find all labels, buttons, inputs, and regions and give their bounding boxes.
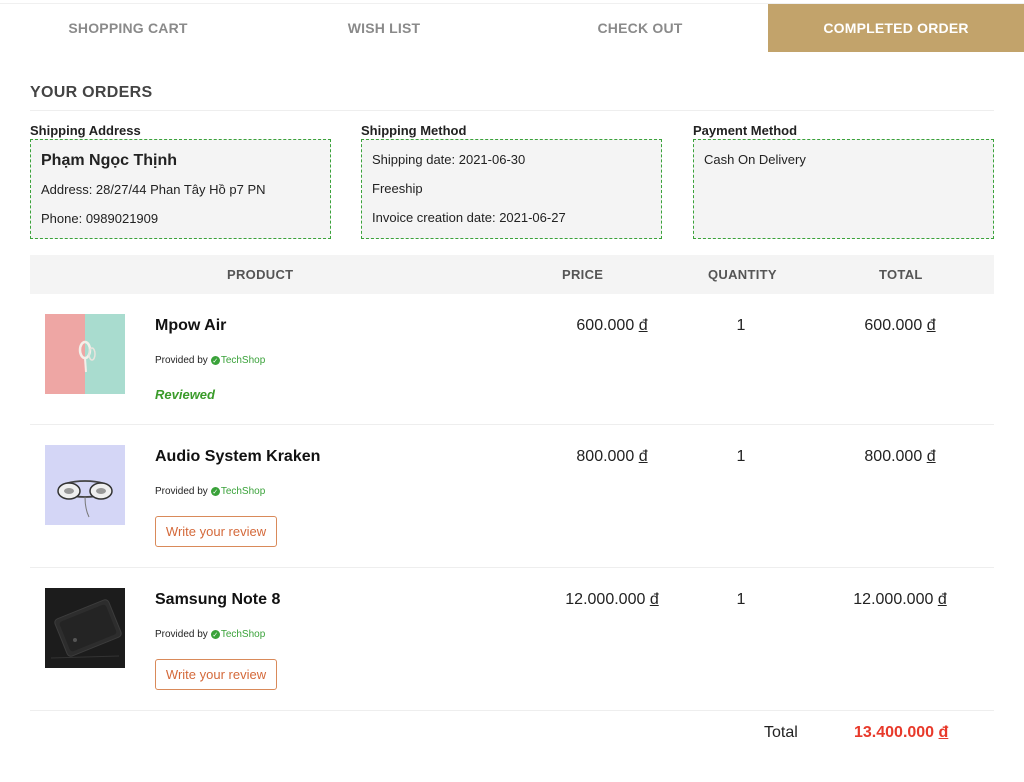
shipping-address-label: Shipping Address — [30, 123, 141, 138]
header-product: PRODUCT — [227, 267, 294, 282]
header-quantity: QUANTITY — [708, 267, 777, 282]
write-review-button[interactable]: Write your review — [155, 516, 277, 547]
invoice-date: Invoice creation date: 2021-06-27 — [372, 210, 566, 225]
product-image[interactable] — [45, 445, 125, 525]
checkout-steps: SHOPPING CART WISH LIST CHECK OUT COMPLE… — [0, 3, 1024, 52]
currency-symbol: đ — [926, 448, 936, 465]
table-row: Audio System Kraken Provided by ✓ TechSh… — [30, 425, 994, 568]
shipping-address-box: Phạm Ngọc Thịnh Address: 28/27/44 Phan T… — [30, 139, 331, 239]
price-value: 600.000 — [576, 317, 635, 334]
price-value: 800.000 — [576, 448, 635, 465]
currency-symbol: đ — [938, 724, 949, 741]
table-row: Samsung Note 8 Provided by ✓ TechShop Wr… — [30, 568, 994, 711]
currency-symbol: đ — [638, 317, 648, 334]
provider-line: Provided by ✓ TechShop — [155, 486, 265, 497]
order-total-value: 13.400.000 đ — [854, 724, 948, 742]
payment-method-block: Payment Method Cash On Delivery — [693, 122, 994, 239]
price-value: 12.000.000 — [565, 591, 646, 608]
order-total-amount: 13.400.000 — [854, 724, 935, 741]
order-table-header: PRODUCT PRICE QUANTITY TOTAL — [30, 255, 994, 294]
payment-method-box: Cash On Delivery — [693, 139, 994, 239]
item-total: 12.000.000 đ — [820, 591, 980, 609]
write-review-button[interactable]: Write your review — [155, 659, 277, 690]
total-value: 12.000.000 — [853, 591, 934, 608]
shipping-method-label: Shipping Method — [361, 123, 467, 138]
provided-by-label: Provided by — [155, 629, 208, 640]
customer-name: Phạm Ngọc Thịnh — [41, 152, 177, 169]
verified-check-icon: ✓ — [210, 487, 220, 496]
product-name[interactable]: Mpow Air — [155, 317, 226, 335]
page-title: YOUR ORDERS — [30, 84, 153, 101]
product-name[interactable]: Samsung Note 8 — [155, 591, 280, 609]
order-total-label: Total — [764, 724, 798, 741]
shipping-address-block: Shipping Address Phạm Ngọc Thịnh Address… — [30, 122, 331, 239]
header-price: PRICE — [562, 267, 604, 282]
currency-symbol: đ — [926, 317, 936, 334]
shipping-type: Freeship — [372, 181, 423, 196]
currency-symbol: đ — [638, 448, 648, 465]
currency-symbol: đ — [649, 591, 659, 608]
shipping-method-block: Shipping Method Shipping date: 2021-06-3… — [361, 122, 662, 239]
tab-wish-list[interactable]: WISH LIST — [256, 4, 512, 52]
total-value: 800.000 — [864, 448, 923, 465]
item-total: 600.000 đ — [820, 317, 980, 335]
item-total: 800.000 đ — [820, 448, 980, 466]
provider-line: Provided by ✓ TechShop — [155, 629, 265, 640]
payment-method-value: Cash On Delivery — [704, 152, 806, 167]
header-total: TOTAL — [879, 267, 923, 282]
table-row: Mpow Air Provided by ✓ TechShop Reviewed… — [30, 294, 994, 425]
customer-phone: Phone: 0989021909 — [41, 211, 159, 226]
product-image[interactable] — [45, 588, 125, 668]
item-price: 12.000.000 đ — [532, 591, 692, 609]
currency-symbol: đ — [937, 591, 947, 608]
shop-link[interactable]: TechShop — [221, 355, 265, 366]
product-name[interactable]: Audio System Kraken — [155, 448, 320, 466]
tab-check-out[interactable]: CHECK OUT — [512, 4, 768, 52]
total-value: 600.000 — [864, 317, 923, 334]
provided-by-label: Provided by — [155, 486, 208, 497]
product-image[interactable] — [45, 314, 125, 394]
payment-method-label: Payment Method — [693, 123, 798, 138]
item-quantity: 1 — [736, 448, 746, 465]
provider-line: Provided by ✓ TechShop — [155, 355, 265, 366]
tab-completed-order[interactable]: COMPLETED ORDER — [768, 4, 1024, 52]
verified-check-icon: ✓ — [210, 356, 220, 365]
divider — [30, 110, 994, 111]
shipping-method-box: Shipping date: 2021-06-30 Freeship Invoi… — [361, 139, 662, 239]
shop-link[interactable]: TechShop — [221, 486, 265, 497]
item-quantity: 1 — [736, 317, 746, 334]
reviewed-status: Reviewed — [155, 387, 215, 402]
tab-shopping-cart[interactable]: SHOPPING CART — [0, 4, 256, 52]
item-quantity: 1 — [736, 591, 746, 608]
item-price: 800.000 đ — [532, 448, 692, 466]
item-price: 600.000 đ — [532, 317, 692, 335]
shop-link[interactable]: TechShop — [221, 629, 265, 640]
provided-by-label: Provided by — [155, 355, 208, 366]
verified-check-icon: ✓ — [210, 630, 220, 639]
shipping-date: Shipping date: 2021-06-30 — [372, 152, 526, 167]
customer-address: Address: 28/27/44 Phan Tây Hồ p7 PN — [41, 182, 266, 197]
